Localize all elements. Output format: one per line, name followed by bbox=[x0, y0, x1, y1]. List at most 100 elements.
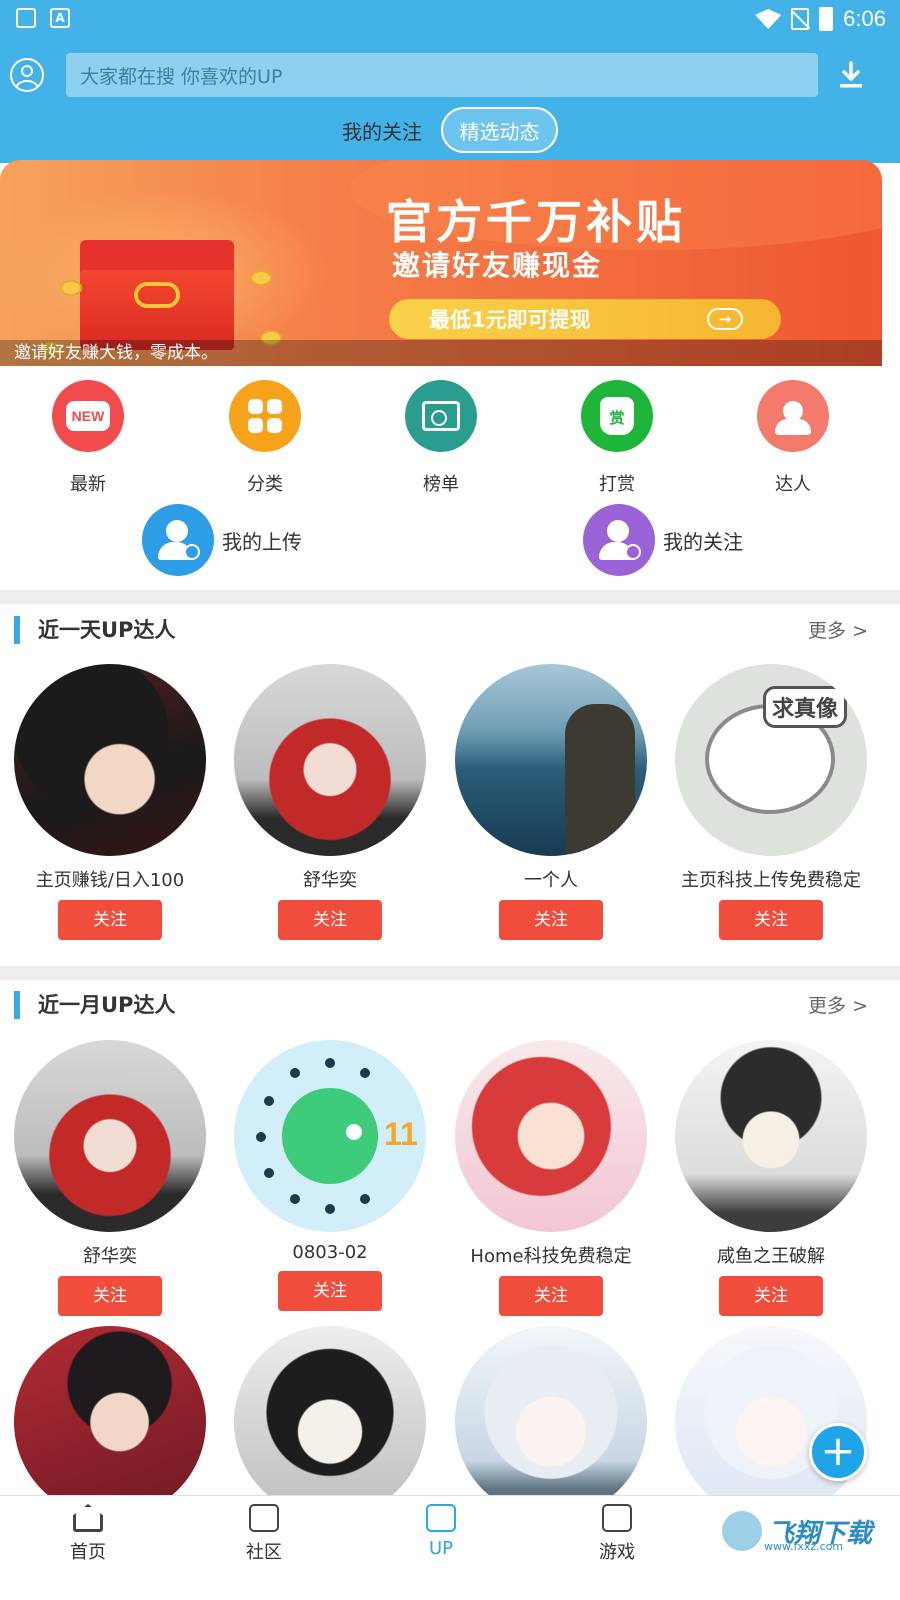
plus-icon: + bbox=[820, 1426, 856, 1475]
nav-label: 游戏 bbox=[599, 1542, 635, 1563]
nav-up[interactable]: UP bbox=[391, 1504, 491, 1559]
user-name: 主页科技上传免费稳定 bbox=[681, 870, 861, 891]
new-icon: NEW bbox=[52, 380, 124, 452]
user-card[interactable] bbox=[661, 1326, 881, 1518]
section-header-month: 近一月UP达人 更多 > bbox=[0, 985, 900, 1025]
expert-icon bbox=[757, 380, 829, 452]
feed-tabs: 我的关注 精选动态 bbox=[0, 107, 900, 153]
avatar[interactable] bbox=[234, 664, 426, 856]
category-label: 榜单 bbox=[423, 474, 459, 495]
user-card[interactable] bbox=[0, 1326, 220, 1518]
more-link[interactable]: 更多 > bbox=[808, 616, 868, 643]
follow-button[interactable]: 关注 bbox=[499, 1276, 603, 1316]
banner-subtitle: 邀请好友赚现金 bbox=[392, 249, 603, 282]
nav-home[interactable]: 首页 bbox=[38, 1504, 138, 1564]
banner-cta-button[interactable]: 最低1元即可提现 → bbox=[389, 299, 781, 339]
image-notification-icon bbox=[16, 8, 36, 28]
no-sim-icon bbox=[791, 8, 810, 30]
user-name: 舒华奕 bbox=[303, 870, 357, 891]
user-card[interactable]: 求真像 主页科技上传免费稳定 关注 bbox=[661, 664, 881, 940]
add-post-button[interactable]: + bbox=[809, 1423, 867, 1481]
user-card[interactable] bbox=[220, 1326, 440, 1518]
follow-button[interactable]: 关注 bbox=[719, 1276, 823, 1316]
certificate-icon bbox=[405, 380, 477, 452]
avatar-badge-text: 11 bbox=[384, 1116, 418, 1152]
community-icon bbox=[249, 1504, 279, 1532]
follow-button[interactable]: 关注 bbox=[278, 900, 382, 940]
search-input[interactable]: 大家都在搜 你喜欢的UP bbox=[66, 53, 818, 97]
app-header: A 6:06 大家都在搜 你喜欢的UP 我的关注 精选动态 bbox=[0, 0, 900, 163]
avatar[interactable] bbox=[455, 1326, 647, 1518]
avatar[interactable] bbox=[234, 1326, 426, 1518]
user-name: 主页赚钱/日入100 bbox=[35, 870, 185, 891]
my-uploads-link[interactable]: 我的上传 bbox=[142, 504, 302, 576]
nav-label: UP bbox=[428, 1538, 454, 1559]
user-card[interactable]: 舒华奕 关注 bbox=[220, 664, 440, 940]
banner-title: 官方千万补贴 bbox=[386, 195, 686, 249]
user-name: 咸鱼之王破解 bbox=[717, 1246, 825, 1267]
download-icon[interactable] bbox=[836, 60, 866, 90]
section-title: 近一天UP达人 bbox=[38, 618, 176, 642]
notification-icons: A bbox=[16, 8, 70, 28]
user-name: 一个人 bbox=[524, 870, 578, 891]
battery-icon bbox=[819, 7, 834, 31]
avatar[interactable] bbox=[14, 1326, 206, 1518]
avatar[interactable] bbox=[455, 1040, 647, 1232]
system-status: 6:06 bbox=[755, 6, 886, 32]
category-ranking[interactable]: 榜单 bbox=[381, 380, 501, 496]
category-label: 分类 bbox=[247, 474, 283, 495]
watermark-icon bbox=[722, 1511, 762, 1551]
avatar[interactable] bbox=[455, 664, 647, 856]
category-label: 达人 bbox=[775, 474, 811, 495]
my-follows-link[interactable]: 我的关注 bbox=[583, 504, 743, 576]
user-card[interactable] bbox=[441, 1326, 661, 1518]
profile-icon[interactable] bbox=[10, 58, 44, 92]
nav-games[interactable]: 游戏 bbox=[567, 1504, 667, 1564]
category-label: 打赏 bbox=[599, 474, 635, 495]
section-accent-bar bbox=[14, 991, 20, 1019]
home-icon bbox=[73, 1504, 103, 1532]
user-name: 0803-02 bbox=[292, 1242, 368, 1263]
follow-button[interactable]: 关注 bbox=[499, 900, 603, 940]
avatar[interactable]: 11 bbox=[234, 1040, 426, 1232]
category-expert[interactable]: 达人 bbox=[733, 380, 853, 496]
upload-user-icon bbox=[142, 504, 214, 576]
follow-button[interactable]: 关注 bbox=[58, 900, 162, 940]
follow-button[interactable]: 关注 bbox=[719, 900, 823, 940]
tab-following[interactable]: 我的关注 bbox=[330, 107, 434, 153]
category-new[interactable]: NEW 最新 bbox=[28, 380, 148, 496]
watermark-logo: 飞翔下载 www.fxxz.com bbox=[716, 1506, 876, 1556]
search-placeholder: 大家都在搜 你喜欢的UP bbox=[80, 65, 283, 88]
avatar[interactable] bbox=[675, 1040, 867, 1232]
user-card[interactable]: 一个人 关注 bbox=[441, 664, 661, 940]
user-card[interactable]: 主页赚钱/日入100 关注 bbox=[0, 664, 220, 940]
category-label: 最新 bbox=[70, 474, 106, 495]
user-card[interactable]: Home科技免费稳定 关注 bbox=[441, 1040, 661, 1316]
gamepad-icon bbox=[602, 1504, 632, 1532]
follow-button[interactable]: 关注 bbox=[278, 1271, 382, 1311]
user-name: Home科技免费稳定 bbox=[470, 1246, 632, 1267]
user-card[interactable]: 11 0803-02 关注 bbox=[220, 1040, 440, 1311]
divider bbox=[0, 966, 900, 980]
money-bag-icon: 赏 bbox=[581, 380, 653, 452]
avatar[interactable] bbox=[14, 1040, 206, 1232]
category-reward[interactable]: 赏 打赏 bbox=[557, 380, 677, 496]
category-classify[interactable]: 分类 bbox=[205, 380, 325, 496]
user-card[interactable]: 舒华奕 关注 bbox=[0, 1040, 220, 1316]
user-card[interactable]: 咸鱼之王破解 关注 bbox=[661, 1040, 881, 1316]
tab-featured[interactable]: 精选动态 bbox=[441, 107, 558, 153]
banner-caption: 邀请好友赚大钱，零成本。 bbox=[0, 340, 882, 366]
up-icon bbox=[426, 1504, 456, 1532]
avatar[interactable] bbox=[675, 1326, 867, 1518]
user-name: 舒华奕 bbox=[83, 1246, 137, 1267]
follow-button[interactable]: 关注 bbox=[58, 1276, 162, 1316]
avatar[interactable] bbox=[14, 664, 206, 856]
avatar[interactable]: 求真像 bbox=[675, 664, 867, 856]
divider bbox=[0, 590, 900, 604]
more-link[interactable]: 更多 > bbox=[808, 991, 868, 1018]
nav-community[interactable]: 社区 bbox=[214, 1504, 314, 1564]
arrow-right-icon: → bbox=[707, 308, 743, 330]
nav-label: 社区 bbox=[246, 1542, 282, 1563]
wifi-icon bbox=[755, 9, 782, 29]
grid-icon bbox=[229, 380, 301, 452]
